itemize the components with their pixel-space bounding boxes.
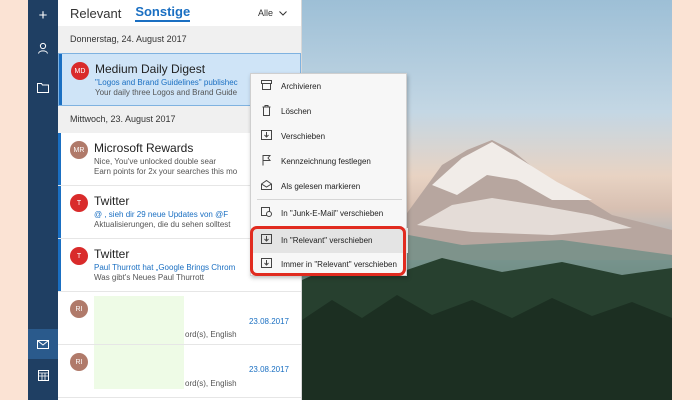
menu-item-archive[interactable]: Archivieren: [251, 74, 408, 99]
avatar: T: [70, 247, 88, 265]
avatar: MR: [70, 141, 88, 159]
calendar-icon[interactable]: [28, 360, 58, 390]
tab-relevant[interactable]: Relevant: [70, 6, 121, 21]
mail-icon[interactable]: [28, 329, 58, 359]
inbox-tabs: Relevant Sonstige Alle: [58, 0, 301, 26]
move-icon: [251, 130, 281, 143]
list-item[interactable]: RI 23.08.2017 ord(s), English: [58, 345, 301, 398]
app-rail: +: [28, 0, 58, 400]
avatar: MD: [71, 62, 89, 80]
redacted-block: [94, 345, 184, 389]
plus-icon[interactable]: +: [28, 0, 58, 30]
menu-item-label: Kennzeichnung festlegen: [281, 157, 371, 166]
filter-dropdown[interactable]: Alle: [258, 8, 287, 18]
junk-icon: [251, 207, 281, 220]
flag-icon: [251, 154, 281, 169]
mail-preview: ord(s), English: [185, 330, 237, 339]
menu-item-label: Verschieben: [281, 132, 326, 141]
date-header: Donnerstag, 24. August 2017: [58, 26, 301, 53]
archive-icon: [251, 80, 281, 93]
trash-icon: [251, 104, 281, 119]
filter-label: Alle: [257, 8, 273, 18]
tab-sonstige[interactable]: Sonstige: [135, 4, 191, 22]
menu-item-delete[interactable]: Löschen: [251, 99, 408, 124]
mail-date: 23.08.2017: [248, 365, 289, 374]
menu-divider: [257, 199, 402, 200]
menu-item-label: Löschen: [281, 107, 312, 116]
menu-item-junk[interactable]: In "Junk-E-Mail" verschieben: [251, 201, 408, 226]
redacted-block: [94, 296, 184, 344]
menu-item-mark-read[interactable]: Als gelesen markieren: [251, 174, 408, 199]
envelope-open-icon: [251, 179, 281, 193]
folder-icon[interactable]: [28, 72, 58, 102]
menu-item-label: Archivieren: [281, 82, 322, 91]
menu-item-label: In "Junk-E-Mail" verschieben: [281, 209, 384, 218]
menu-item-label: Als gelesen markieren: [281, 182, 361, 191]
mail-date: 23.08.2017: [248, 317, 289, 326]
person-icon[interactable]: [28, 33, 58, 63]
menu-item-move[interactable]: Verschieben: [251, 124, 408, 149]
avatar: RI: [70, 300, 88, 318]
background-edge: [672, 0, 700, 400]
mail-preview: ord(s), English: [185, 379, 237, 388]
list-item[interactable]: RI 23.08.2017 ord(s), English: [58, 292, 301, 345]
avatar: T: [70, 194, 88, 212]
chevron-down-icon: [279, 8, 287, 18]
avatar: RI: [70, 353, 88, 371]
menu-item-flag[interactable]: Kennzeichnung festlegen: [251, 149, 408, 174]
annotation-highlight: [250, 226, 406, 276]
